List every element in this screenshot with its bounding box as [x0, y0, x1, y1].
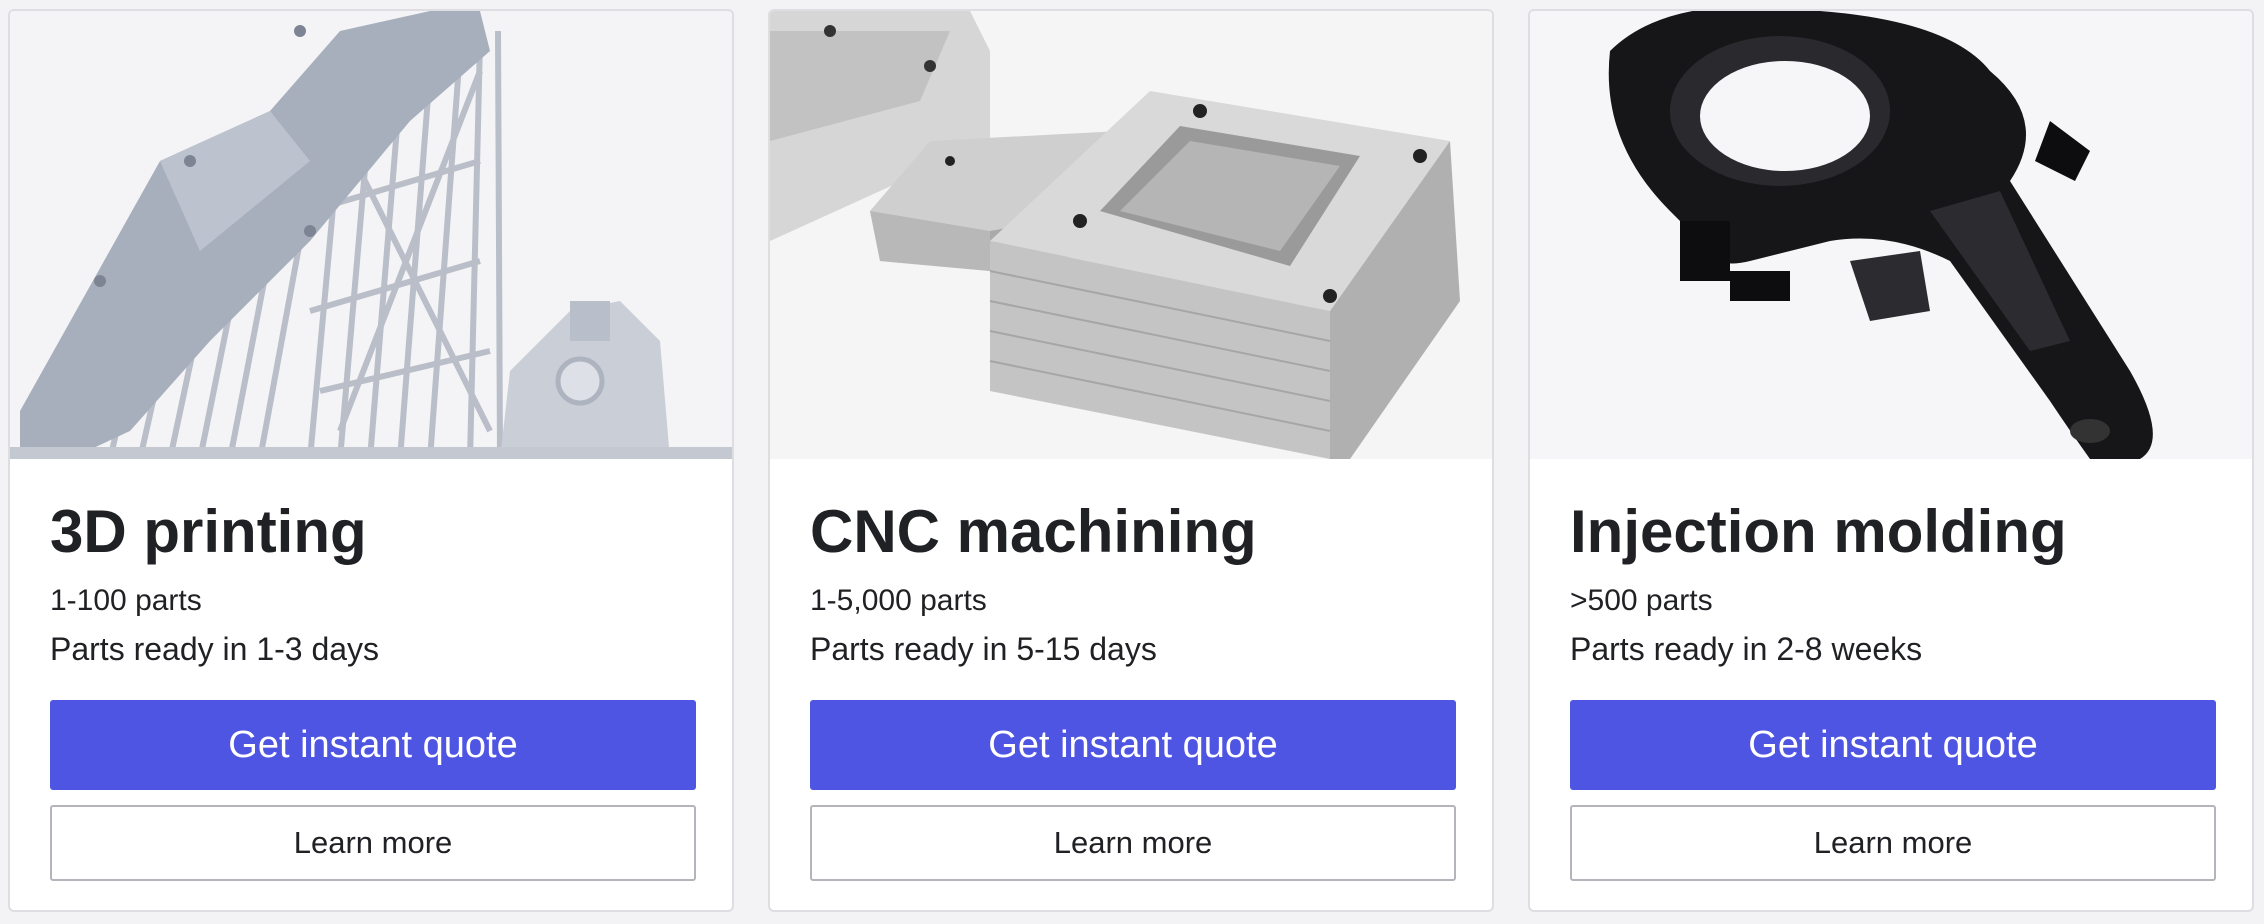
card-title: Injection molding — [1570, 498, 2067, 565]
molded-part-illustration — [1530, 11, 2252, 459]
card-lead-time: Parts ready in 1-3 days — [50, 631, 380, 667]
card-lead-time: Parts ready in 2-8 weeks — [1570, 631, 1923, 667]
card-quantity: >500 parts — [1570, 584, 1713, 617]
get-instant-quote-button[interactable]: Get instant quote — [1570, 700, 2216, 790]
get-instant-quote-button[interactable]: Get instant quote — [810, 700, 1456, 790]
service-card-cnc-machining: CNC machining 1-5,000 parts Parts ready … — [768, 9, 1494, 912]
card-quantity: 1-5,000 parts — [810, 584, 987, 617]
service-card-injection-molding: Injection molding >500 parts Parts ready… — [1528, 9, 2254, 912]
3d-printed-part-illustration — [10, 11, 732, 459]
learn-more-button[interactable]: Learn more — [50, 805, 696, 881]
get-instant-quote-button[interactable]: Get instant quote — [50, 700, 696, 790]
injection-molding-image — [1530, 11, 2252, 459]
card-lead-time: Parts ready in 5-15 days — [810, 631, 1157, 667]
learn-more-button[interactable]: Learn more — [810, 805, 1456, 881]
card-quantity: 1-100 parts — [50, 584, 202, 617]
card-title: 3D printing — [50, 498, 367, 565]
learn-more-button[interactable]: Learn more — [1570, 805, 2216, 881]
service-card-3d-printing: 3D printing 1-100 parts Parts ready in 1… — [8, 9, 734, 912]
machined-blocks-illustration — [770, 11, 1492, 459]
service-cards: 3D printing 1-100 parts Parts ready in 1… — [0, 0, 2264, 924]
3d-printing-image — [10, 11, 732, 459]
card-title: CNC machining — [810, 498, 1257, 565]
cnc-machining-image — [770, 11, 1492, 459]
